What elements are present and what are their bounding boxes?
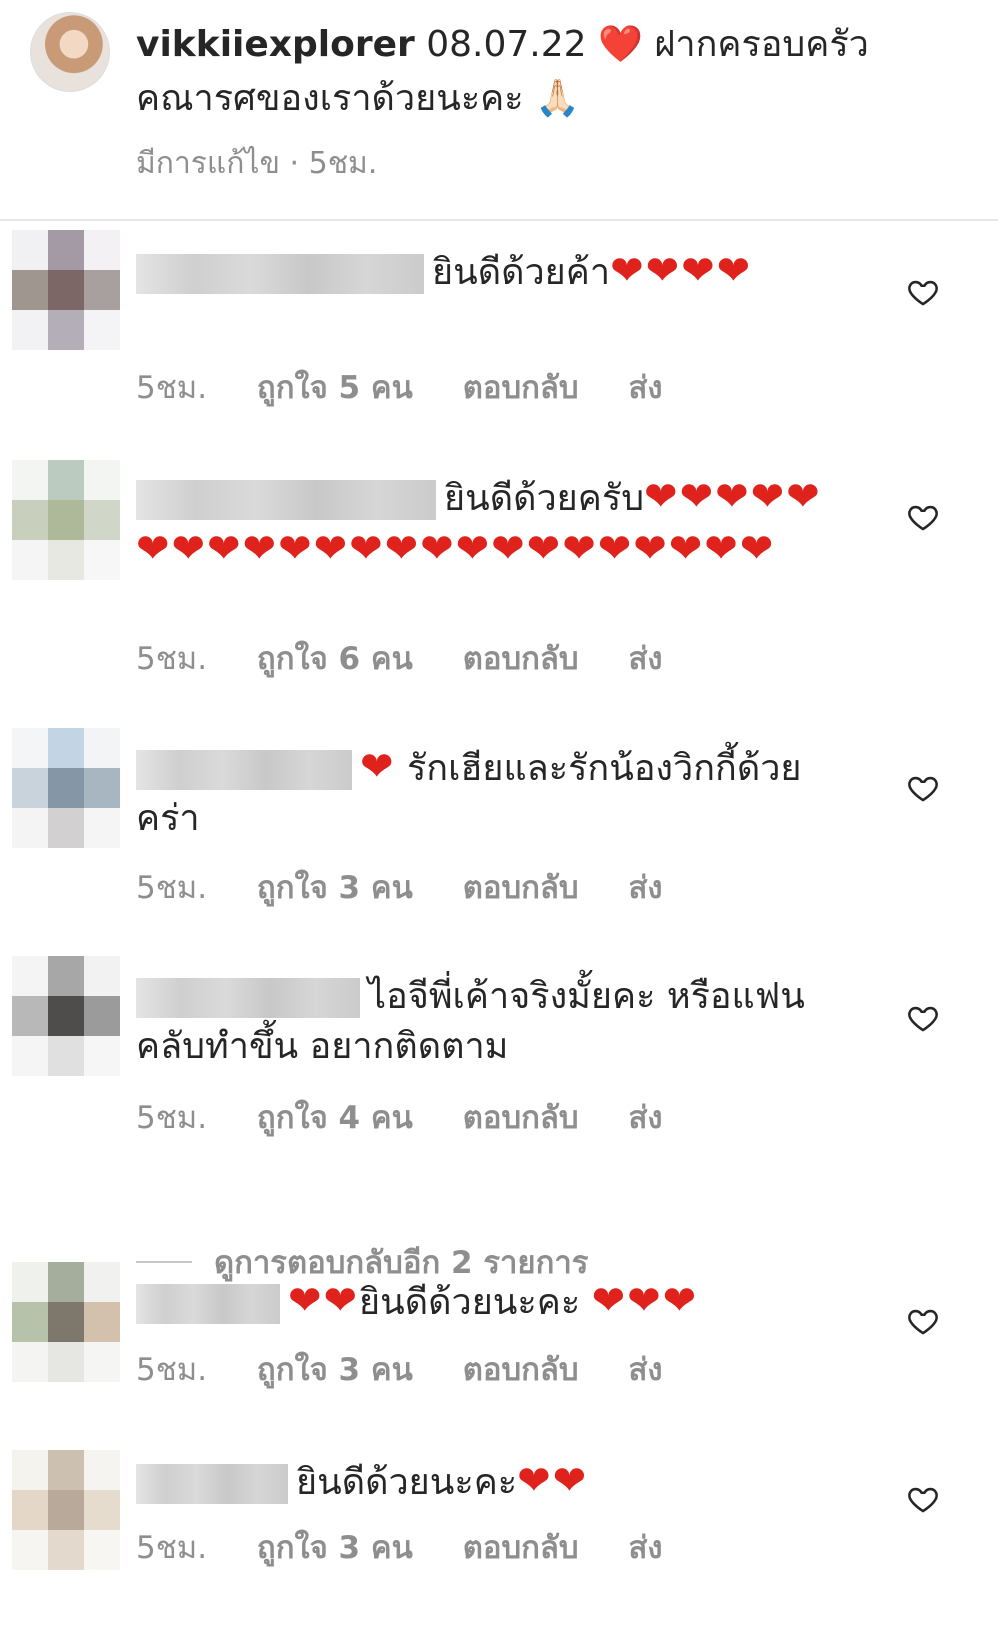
send-button[interactable]: ส่ง [628, 1522, 662, 1572]
comment-body: ❤ รักเฮียและรักน้องวิกกี้ด้วยคร่า [136, 742, 856, 844]
red-heart-emoji: ❤❤ [288, 1278, 360, 1324]
comment-meta: 5ชม. ถูกใจ 6 คน ตอบกลับ ส่ง [136, 633, 703, 683]
red-heart-emoji: ❤❤❤ [591, 1278, 699, 1324]
red-heart-emoji: ❤ [360, 744, 396, 790]
comment-likes[interactable]: ถูกใจ 4 คน [257, 1092, 413, 1142]
commenter-username[interactable] [136, 254, 424, 294]
comment-time: 5ชม. [136, 1100, 208, 1136]
commenter-username[interactable] [136, 1464, 288, 1504]
comment-time: 5ชม. [136, 370, 208, 406]
comment-body: ไอจีพี่เค้าจริงมั้ยคะ หรือแฟนคลับทำขึ้น … [136, 972, 856, 1072]
reply-button[interactable]: ตอบกลับ [463, 1344, 579, 1394]
commenter-avatar[interactable] [12, 1450, 120, 1570]
comment-time: 5ชม. [136, 1352, 208, 1388]
comment-body: ยินดีด้วยครับ❤❤❤❤❤❤❤❤❤❤❤❤❤❤❤❤❤❤❤❤❤❤❤ [136, 472, 856, 576]
send-button[interactable]: ส่ง [628, 633, 662, 683]
comment-meta: 5ชม. ถูกใจ 4 คน ตอบกลับ ส่ง [136, 1092, 703, 1142]
reply-button[interactable]: ตอบกลับ [463, 862, 579, 912]
heart-outline-icon[interactable] [906, 1482, 940, 1516]
author-avatar[interactable] [30, 12, 110, 92]
comment-meta: 5ชม. ถูกใจ 3 คน ตอบกลับ ส่ง [136, 862, 703, 912]
commenter-avatar[interactable] [12, 460, 120, 580]
caption-meta: มีการแก้ไข · 5ชม. [136, 146, 378, 181]
heart-outline-icon[interactable] [906, 1001, 940, 1035]
comment-likes[interactable]: ถูกใจ 3 คน [257, 1522, 413, 1572]
post-caption: vikkiiexplorer 08.07.22 ❤️ ฝากครอบครัวคณ… [0, 0, 998, 220]
send-button[interactable]: ส่ง [628, 862, 662, 912]
red-heart-emoji: ❤❤❤❤ [610, 248, 753, 294]
send-button[interactable]: ส่ง [628, 362, 662, 412]
comment-time: 5ชม. [136, 1530, 208, 1566]
commenter-username[interactable] [136, 978, 360, 1018]
comment-body: ยินดีด้วยค้า❤❤❤❤ [136, 246, 856, 298]
comment-likes[interactable]: ถูกใจ 5 คน [257, 362, 413, 412]
reply-button[interactable]: ตอบกลับ [463, 362, 579, 412]
comment-meta: 5ชม. ถูกใจ 3 คน ตอบกลับ ส่ง [136, 1522, 703, 1572]
commenter-username[interactable] [136, 750, 352, 790]
commenter-avatar[interactable] [12, 956, 120, 1076]
comment-likes[interactable]: ถูกใจ 6 คน [257, 633, 413, 683]
commenter-avatar[interactable] [12, 230, 120, 350]
comment-body: ❤❤ยินดีด้วยนะคะ ❤❤❤ [136, 1276, 856, 1328]
comment-time: 5ชม. [136, 870, 208, 906]
comment-likes[interactable]: ถูกใจ 3 คน [257, 862, 413, 912]
replies-line [136, 1261, 192, 1263]
send-button[interactable]: ส่ง [628, 1344, 662, 1394]
comment-meta: 5ชม. ถูกใจ 5 คน ตอบกลับ ส่ง [136, 362, 703, 412]
heart-outline-icon[interactable] [906, 771, 940, 805]
caption-divider [0, 219, 998, 221]
reply-button[interactable]: ตอบกลับ [463, 633, 579, 683]
commenter-username[interactable] [136, 480, 436, 520]
reply-button[interactable]: ตอบกลับ [463, 1092, 579, 1142]
comment-body: ยินดีด้วยนะคะ❤❤ [136, 1456, 856, 1508]
heart-outline-icon[interactable] [906, 275, 940, 309]
red-heart-emoji: ❤❤ [517, 1458, 589, 1504]
commenter-avatar[interactable] [12, 1262, 120, 1382]
comment-meta: 5ชม. ถูกใจ 3 คน ตอบกลับ ส่ง [136, 1344, 703, 1394]
comment-text: ยินดีด้วยครับ [444, 478, 645, 519]
comment-text: ยินดีด้วยนะคะ [359, 1282, 581, 1323]
commenter-username[interactable] [136, 1284, 280, 1324]
heart-outline-icon[interactable] [906, 1304, 940, 1338]
reply-button[interactable]: ตอบกลับ [463, 1522, 579, 1572]
commenter-avatar[interactable] [12, 728, 120, 848]
heart-outline-icon[interactable] [906, 500, 940, 534]
send-button[interactable]: ส่ง [628, 1092, 662, 1142]
comment-text: ยินดีด้วยค้า [432, 252, 611, 293]
comment-text: ยินดีด้วยนะคะ [296, 1462, 518, 1503]
comment-time: 5ชม. [136, 641, 208, 677]
caption-text-block: vikkiiexplorer 08.07.22 ❤️ ฝากครอบครัวคณ… [136, 18, 896, 126]
caption-username[interactable]: vikkiiexplorer [136, 24, 415, 65]
comment-likes[interactable]: ถูกใจ 3 คน [257, 1344, 413, 1394]
